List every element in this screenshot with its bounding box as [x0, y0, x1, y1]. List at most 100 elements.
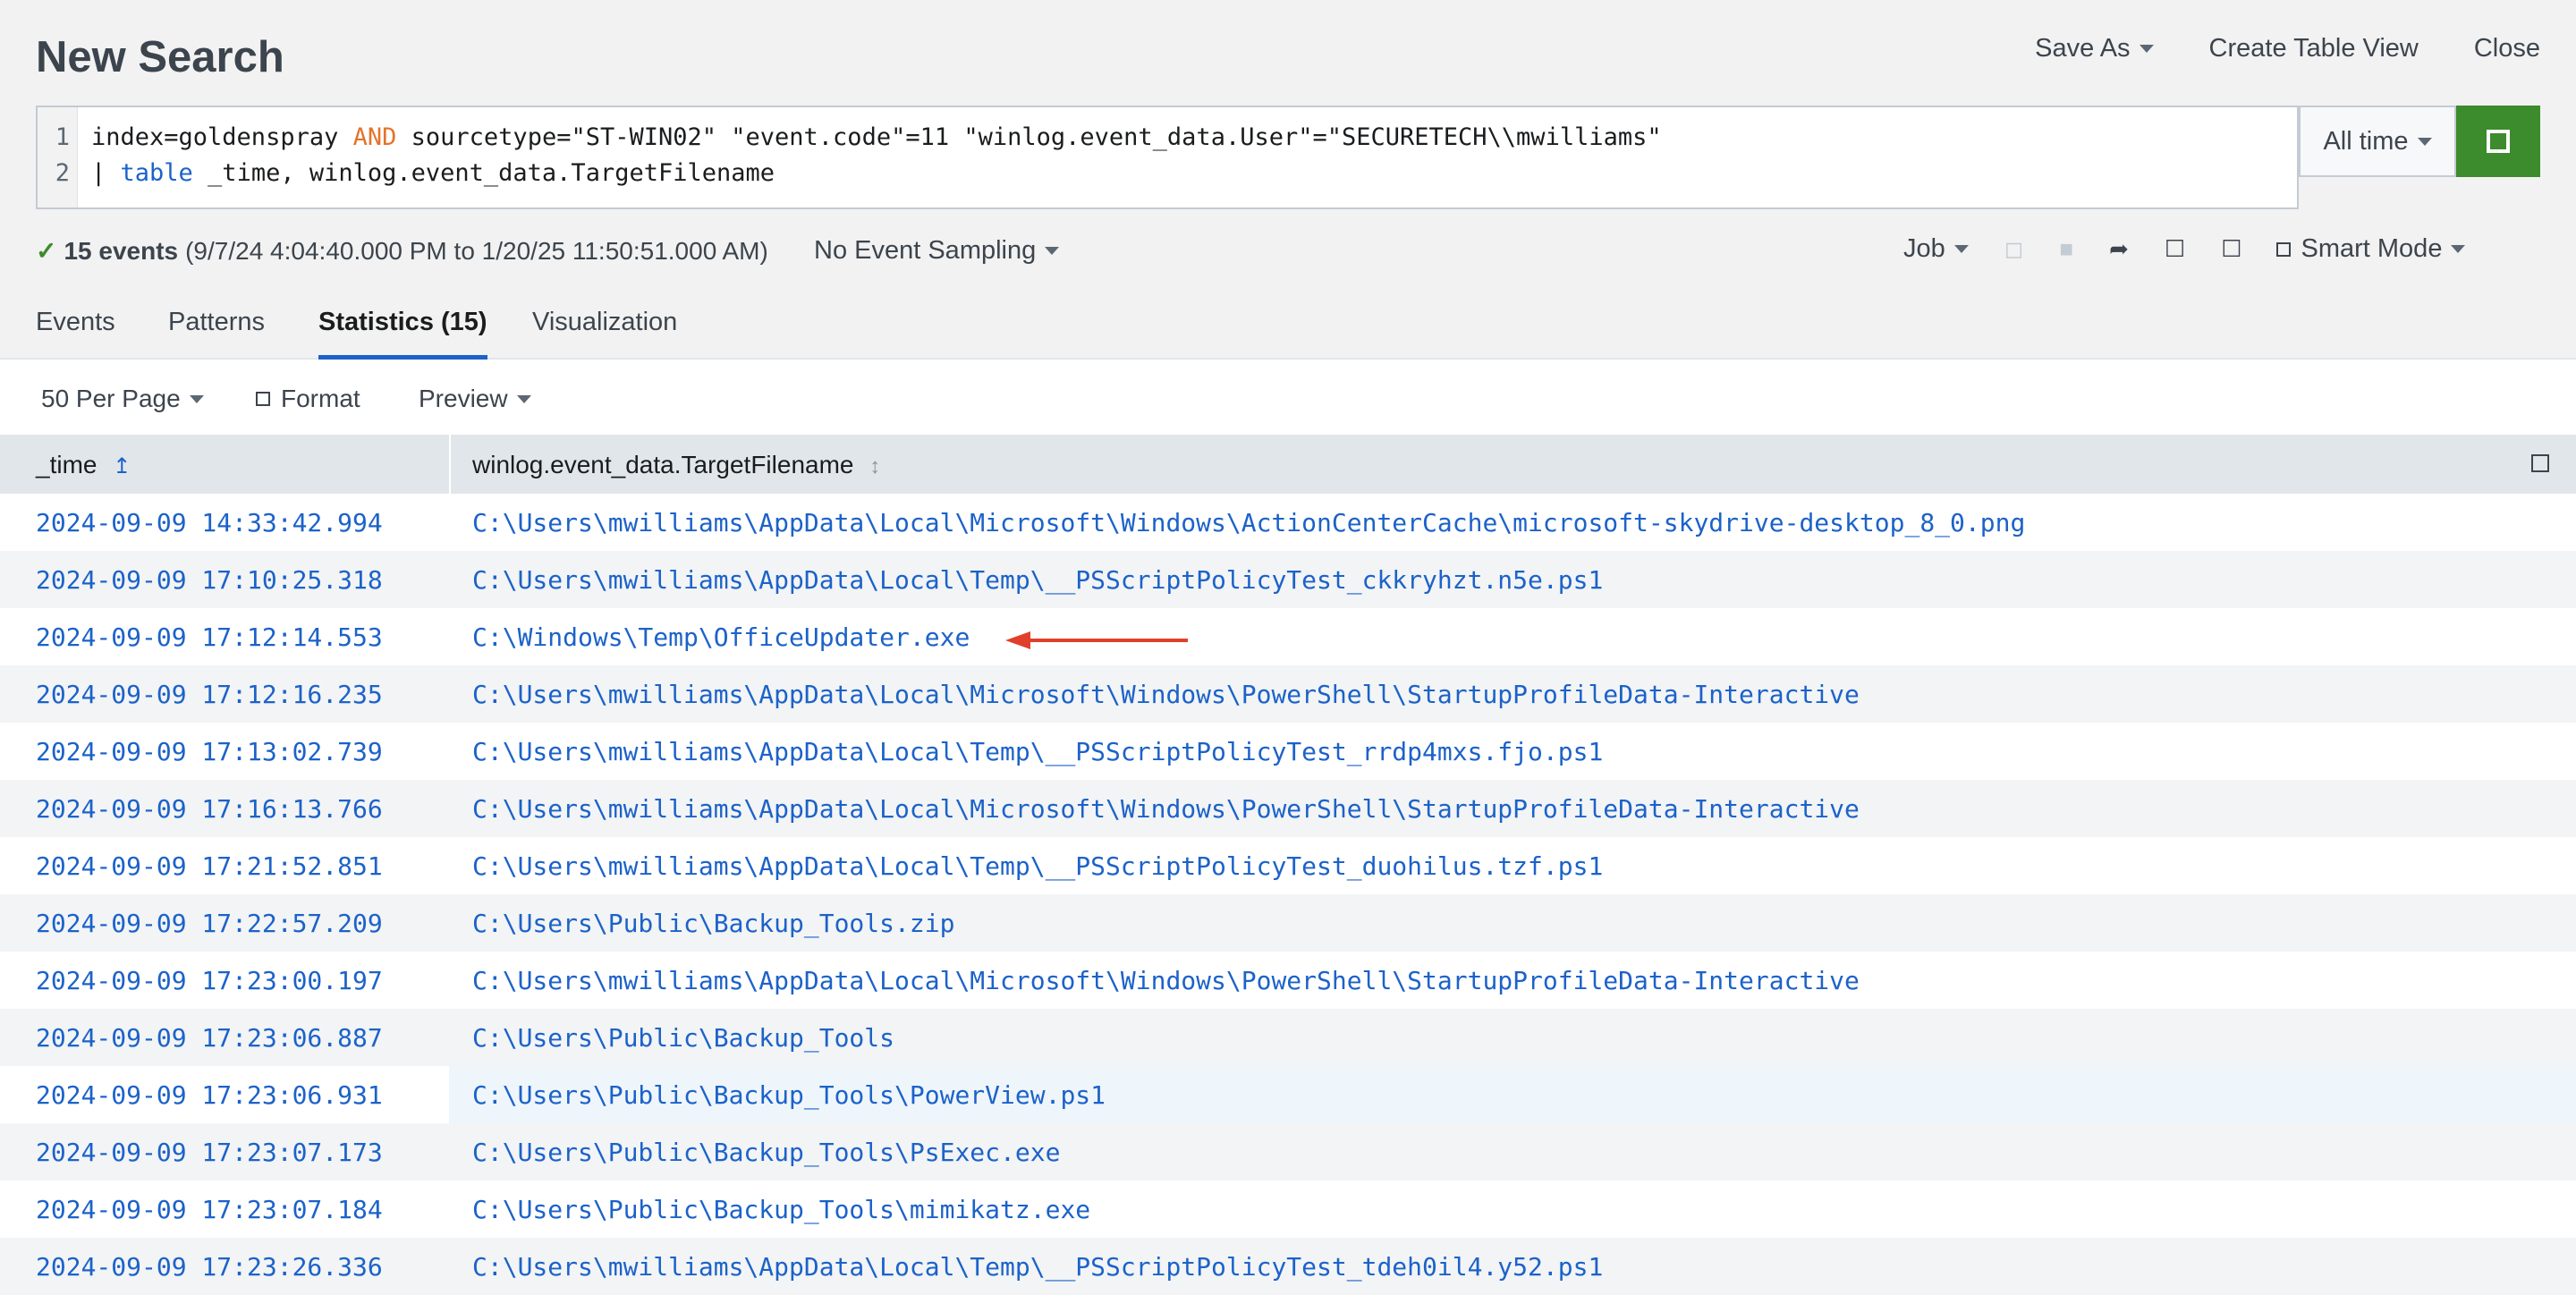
time-cell[interactable]: 2024-09-09 17:10:25.318 — [36, 565, 383, 595]
per-page-menu[interactable]: 50 Per Page — [41, 385, 204, 413]
checkmark-icon: ✓ — [36, 237, 57, 265]
time-cell[interactable]: 2024-09-09 17:23:07.184 — [36, 1195, 383, 1224]
results-toolbar: 50 Per Page Format Preview — [0, 360, 2576, 435]
mode-icon — [2275, 241, 2291, 257]
pause-icon[interactable]: ◻ — [2004, 235, 2024, 263]
per-page-label: 50 Per Page — [41, 385, 181, 412]
job-controls: Job ◻ ■ ➦ ☐ ☐ Smart Mode — [1903, 234, 2466, 264]
share-icon[interactable]: ➦ — [2109, 235, 2129, 263]
query-line-1: index=goldenspray AND sourcetype="ST-WIN… — [91, 123, 1662, 151]
caret-down-icon — [1953, 245, 1969, 253]
preview-menu[interactable]: Preview — [419, 385, 531, 413]
job-status: ✓ 15 events (9/7/24 4:04:40.000 PM to 1/… — [36, 236, 768, 266]
tab-events[interactable]: Events — [36, 308, 115, 355]
arrow-annotation-icon — [1005, 631, 1188, 649]
table-row[interactable]: 2024-09-09 17:13:02.739 C:\Users\mwilliam… — [0, 723, 2576, 780]
table-row[interactable]: 2024-09-09 17:22:57.209 C:\Users\Public\B… — [0, 894, 2576, 952]
filename-cell[interactable]: C:\Users\Public\Backup_Tools\PsExec.exe — [472, 1138, 1060, 1167]
table-row[interactable]: 2024-09-09 17:23:26.336 C:\Users\mwilliam… — [0, 1238, 2576, 1295]
stop-icon — [2487, 130, 2510, 153]
search-mode-menu[interactable]: Smart Mode — [2275, 234, 2466, 264]
time-cell[interactable]: 2024-09-09 17:13:02.739 — [36, 737, 383, 766]
column-divider — [449, 435, 451, 494]
table-row[interactable]: 2024-09-09 17:23:07.173 C:\Users\Public\B… — [0, 1123, 2576, 1181]
event-sampling-menu[interactable]: No Event Sampling — [814, 236, 1060, 266]
time-cell[interactable]: 2024-09-09 17:12:14.553 — [36, 622, 383, 652]
column-header-label: _time — [36, 451, 97, 478]
time-cell[interactable]: 2024-09-09 17:22:57.209 — [36, 909, 383, 938]
filename-cell[interactable]: C:\Windows\Temp\OfficeUpdater.exe — [472, 622, 970, 652]
table-row[interactable]: 2024-09-09 17:16:13.766 C:\Users\mwilliam… — [0, 780, 2576, 837]
tab-visualization[interactable]: Visualization — [532, 308, 677, 355]
column-header-filename[interactable]: winlog.event_data.TargetFilename ↕ — [472, 451, 880, 479]
page-title: New Search — [36, 33, 284, 81]
filename-cell[interactable]: C:\Users\Public\Backup_Tools.zip — [472, 909, 954, 938]
filename-cell[interactable]: C:\Users\mwilliams\AppData\Local\Temp\__… — [472, 565, 1603, 595]
sort-icon: ↕ — [869, 454, 881, 478]
caret-down-icon — [2417, 137, 2432, 146]
time-cell[interactable]: 2024-09-09 17:21:52.851 — [36, 851, 383, 881]
filename-cell[interactable]: C:\Users\mwilliams\AppData\Local\Temp\__… — [472, 1252, 1603, 1282]
tab-patterns[interactable]: Patterns — [168, 308, 265, 355]
line-number-gutter: 1 2 — [38, 107, 78, 207]
column-header-time[interactable]: _time ↥ — [36, 451, 131, 479]
search-header: New Search Save As Create Table View Clo… — [0, 0, 2576, 288]
format-button[interactable]: Format — [256, 385, 360, 413]
event-time-range: (9/7/24 4:04:40.000 PM to 1/20/25 11:50:… — [185, 236, 768, 265]
time-range-picker[interactable]: All time — [2299, 106, 2456, 177]
filename-cell[interactable]: C:\Users\mwilliams\AppData\Local\Microso… — [472, 508, 2025, 537]
event-sampling-label: No Event Sampling — [814, 236, 1037, 265]
table-row[interactable]: 2024-09-09 17:12:16.235 C:\Users\mwilliam… — [0, 665, 2576, 723]
line-number: 2 — [55, 159, 70, 187]
save-as-menu[interactable]: Save As — [2035, 34, 2154, 63]
close-button[interactable]: Close — [2474, 34, 2540, 63]
time-cell[interactable]: 2024-09-09 17:23:06.887 — [36, 1023, 383, 1053]
filename-cell[interactable]: C:\Users\mwilliams\AppData\Local\Microso… — [472, 794, 1860, 824]
table-row[interactable]: 2024-09-09 17:23:06.931 C:\Users\Public\B… — [0, 1066, 2576, 1123]
time-cell[interactable]: 2024-09-09 17:16:13.766 — [36, 794, 383, 824]
table-row[interactable]: 2024-09-09 14:33:42.994 C:\Users\mwilliam… — [0, 494, 2576, 551]
time-cell[interactable]: 2024-09-09 17:12:16.235 — [36, 680, 383, 709]
table-row[interactable]: 2024-09-09 17:12:14.553 C:\Windows\Temp\O… — [0, 608, 2576, 665]
job-label: Job — [1903, 234, 1945, 263]
table-header: _time ↥ winlog.event_data.TargetFilename… — [0, 435, 2576, 494]
format-icon — [256, 392, 270, 406]
query-keyword: AND — [352, 123, 397, 151]
caret-down-icon — [2451, 245, 2466, 253]
export-icon[interactable]: ☐ — [2165, 235, 2185, 263]
filename-cell[interactable]: C:\Users\Public\Backup_Tools — [472, 1023, 894, 1053]
search-submit-button[interactable] — [2456, 106, 2540, 177]
caret-down-icon — [516, 394, 531, 403]
filename-cell[interactable]: C:\Users\mwilliams\AppData\Local\Microso… — [472, 966, 1860, 995]
statistics-table: _time ↥ winlog.event_data.TargetFilename… — [0, 435, 2576, 1295]
caret-down-icon — [189, 394, 204, 403]
job-menu[interactable]: Job — [1903, 234, 1969, 264]
time-cell[interactable]: 2024-09-09 14:33:42.994 — [36, 508, 383, 537]
table-row[interactable]: 2024-09-09 17:21:52.851 C:\Users\mwilliam… — [0, 837, 2576, 894]
query-text: index=goldenspray — [91, 123, 353, 151]
column-toggle-icon[interactable] — [2531, 454, 2549, 472]
time-cell[interactable]: 2024-09-09 17:23:07.173 — [36, 1138, 383, 1167]
format-label: Format — [281, 385, 360, 412]
table-row[interactable]: 2024-09-09 17:23:07.184 C:\Users\Public\B… — [0, 1181, 2576, 1238]
filename-cell[interactable]: C:\Users\mwilliams\AppData\Local\Microso… — [472, 680, 1860, 709]
preview-label: Preview — [419, 385, 508, 412]
filename-cell[interactable]: C:\Users\mwilliams\AppData\Local\Temp\__… — [472, 851, 1603, 881]
create-table-view-button[interactable]: Create Table View — [2209, 34, 2419, 63]
tab-statistics[interactable]: Statistics (15) — [318, 308, 487, 360]
time-cell[interactable]: 2024-09-09 17:23:06.931 — [36, 1080, 383, 1110]
filename-cell[interactable]: C:\Users\mwilliams\AppData\Local\Temp\__… — [472, 737, 1603, 766]
stop-icon[interactable]: ■ — [2059, 235, 2073, 263]
table-row[interactable]: 2024-09-09 17:10:25.318 C:\Users\mwilliam… — [0, 551, 2576, 608]
print-icon[interactable]: ☐ — [2221, 235, 2241, 263]
table-row[interactable]: 2024-09-09 17:23:06.887 C:\Users\Public\B… — [0, 1009, 2576, 1066]
caret-down-icon — [2139, 45, 2154, 53]
filename-cell[interactable]: C:\Users\Public\Backup_Tools\mimikatz.ex… — [472, 1195, 1090, 1224]
caret-down-icon — [1045, 247, 1060, 255]
table-row[interactable]: 2024-09-09 17:23:00.197 C:\Users\mwilliam… — [0, 952, 2576, 1009]
time-cell[interactable]: 2024-09-09 17:23:26.336 — [36, 1252, 383, 1282]
search-query-editor[interactable]: 1 2 index=goldenspray AND sourcetype="ST… — [36, 106, 2299, 209]
time-cell[interactable]: 2024-09-09 17:23:00.197 — [36, 966, 383, 995]
save-as-label: Save As — [2035, 34, 2131, 63]
filename-cell[interactable]: C:\Users\Public\Backup_Tools\PowerView.p… — [472, 1080, 1106, 1110]
